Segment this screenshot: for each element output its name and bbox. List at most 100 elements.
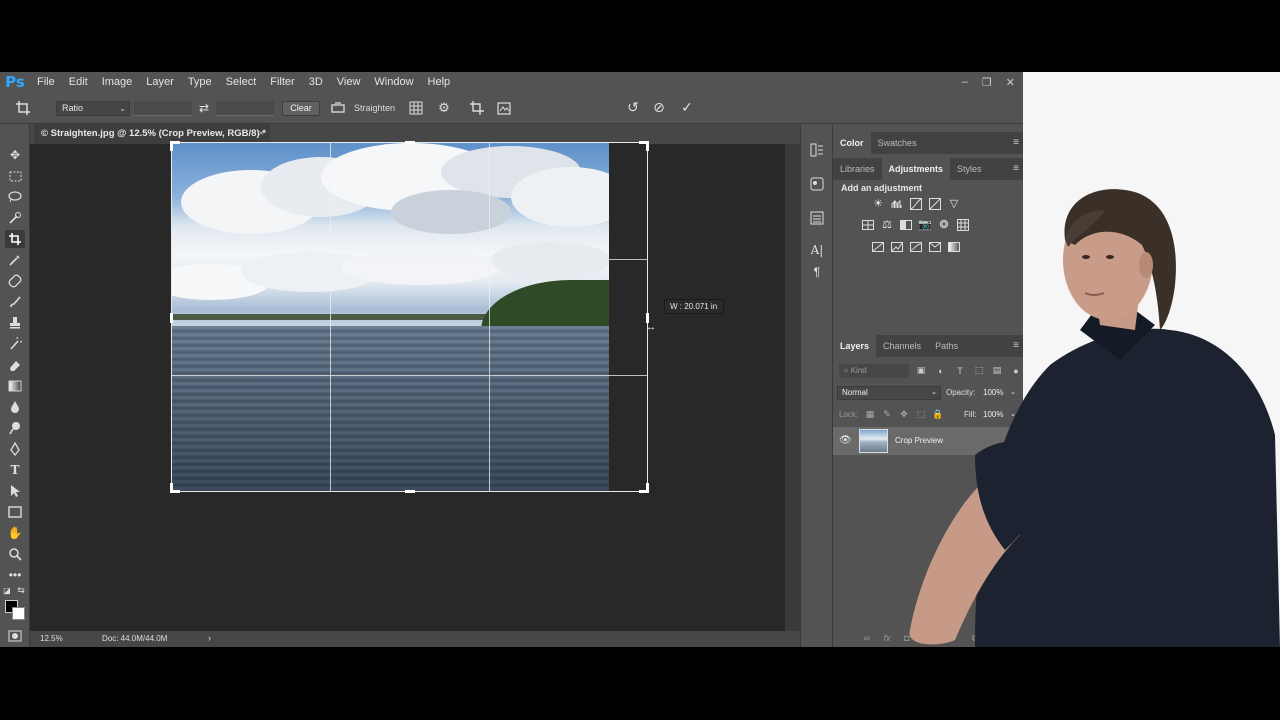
quick-select-tool-icon[interactable] xyxy=(5,209,25,227)
gear-icon[interactable]: ⚙ xyxy=(436,100,452,116)
eyedropper-tool-icon[interactable] xyxy=(5,251,25,269)
window-controls: – ❐ ✕ xyxy=(962,72,1015,92)
crop-grid-line xyxy=(489,143,490,491)
cancel-icon[interactable]: ⊘ xyxy=(650,98,668,116)
zoom-tool-icon[interactable] xyxy=(5,545,25,563)
background-color-swatch[interactable] xyxy=(12,607,25,620)
content-aware-icon[interactable] xyxy=(496,100,512,116)
overlay-grid-icon[interactable] xyxy=(408,100,424,116)
dodge-tool-icon[interactable] xyxy=(5,419,25,437)
chevron-down-icon: ⌄ xyxy=(119,104,126,113)
menu-edit[interactable]: Edit xyxy=(62,72,95,92)
crop-tool-icon[interactable] xyxy=(5,230,25,248)
more-tools-icon[interactable]: ••• xyxy=(5,566,25,584)
pen-tool-icon[interactable] xyxy=(5,440,25,458)
rectangle-tool-icon[interactable] xyxy=(5,503,25,521)
hand-tool-icon[interactable]: ✋ xyxy=(5,524,25,542)
crop-handle-top-right[interactable] xyxy=(646,141,649,151)
tab-swatches[interactable]: Swatches xyxy=(871,132,924,154)
status-menu-arrow[interactable]: › xyxy=(208,633,211,643)
stamp-tool-icon[interactable] xyxy=(5,314,25,332)
tab-layers[interactable]: Layers xyxy=(833,335,877,357)
swap-colors-icon[interactable]: ⇆ xyxy=(16,585,26,595)
presenter-person xyxy=(909,189,1280,647)
quick-mask-icon[interactable] xyxy=(5,627,25,645)
menu-file[interactable]: File xyxy=(30,72,62,92)
crop-frame[interactable] xyxy=(170,141,649,493)
lock-label: Lock: xyxy=(839,410,859,419)
vertical-scrollbar[interactable] xyxy=(785,144,800,631)
ratio-width-input[interactable] xyxy=(134,101,192,116)
brush-tool-icon[interactable] xyxy=(5,293,25,311)
ratio-height-input[interactable] xyxy=(216,101,274,116)
options-bar: Ratio ⌄ ⇄ Clear Straighten ⚙ ↺ ⊘ ✓ xyxy=(0,92,1023,124)
commit-check-icon[interactable]: ✓ xyxy=(678,98,696,116)
crop-handle-bottom-right[interactable] xyxy=(646,483,649,493)
crop-handle-bottom-left[interactable] xyxy=(170,483,173,493)
menu-filter[interactable]: Filter xyxy=(263,72,301,92)
document-tab-title: © Straighten.jpg @ 12.5% (Crop Preview, … xyxy=(41,128,266,139)
tools-panel: ✥ T ✋ ••• ◪ ⇆ xyxy=(0,124,30,647)
panel-menu-icon[interactable]: ≡ xyxy=(1013,163,1019,174)
crop-pixels-icon[interactable] xyxy=(469,100,485,116)
character-panel-icon[interactable]: A| xyxy=(809,242,825,258)
straighten-icon[interactable] xyxy=(330,100,346,116)
menu-type[interactable]: Type xyxy=(181,72,219,92)
menu-view[interactable]: View xyxy=(330,72,368,92)
swap-icon[interactable]: ⇄ xyxy=(196,100,212,116)
move-tool-icon[interactable]: ✥ xyxy=(5,146,25,164)
reset-icon[interactable]: ↺ xyxy=(624,98,642,116)
marquee-tool-icon[interactable] xyxy=(5,167,25,185)
tab-libraries[interactable]: Libraries xyxy=(833,158,882,180)
ratio-select[interactable]: Ratio ⌄ xyxy=(56,101,130,116)
menu-help[interactable]: Help xyxy=(421,72,458,92)
tab-color[interactable]: Color xyxy=(833,132,871,154)
info-panel-icon[interactable] xyxy=(809,210,825,226)
zoom-level[interactable]: 12.5% xyxy=(40,634,63,643)
menu-bar: Ps File Edit Image Layer Type Select Fil… xyxy=(0,72,1023,92)
crop-grid-line xyxy=(172,375,647,376)
eraser-tool-icon[interactable] xyxy=(5,356,25,374)
menu-layer[interactable]: Layer xyxy=(139,72,181,92)
minimize-button[interactable]: – xyxy=(962,76,968,88)
crop-handle-top[interactable] xyxy=(405,141,415,144)
crop-handle-top-left[interactable] xyxy=(170,141,173,151)
lock-transparent-icon[interactable]: ▦ xyxy=(864,408,876,421)
restore-button[interactable]: ❐ xyxy=(982,76,992,89)
link-layers-icon[interactable]: ∞ xyxy=(861,632,873,644)
eye-icon[interactable]: 👁 xyxy=(839,435,852,446)
history-brush-tool-icon[interactable] xyxy=(5,335,25,353)
default-colors-icon[interactable]: ◪ xyxy=(2,585,12,595)
paragraph-panel-icon[interactable]: ¶ xyxy=(809,264,825,280)
crop-grid-line xyxy=(330,143,331,491)
tab-styles[interactable]: Styles xyxy=(950,158,989,180)
hue-saturation-icon[interactable] xyxy=(861,218,875,231)
properties-panel-icon[interactable] xyxy=(809,176,825,192)
clear-button[interactable]: Clear xyxy=(282,101,320,116)
crop-handle-left[interactable] xyxy=(170,313,173,323)
menu-window[interactable]: Window xyxy=(367,72,420,92)
close-button[interactable]: ✕ xyxy=(1006,76,1015,89)
crop-handle-bottom[interactable] xyxy=(405,490,415,493)
menu-select[interactable]: Select xyxy=(219,72,264,92)
healing-brush-tool-icon[interactable] xyxy=(5,272,25,290)
search-icon: ⌕ xyxy=(844,366,851,375)
ratio-select-label: Ratio xyxy=(62,103,84,113)
doc-size: Doc: 44.0M/44.0M xyxy=(102,634,168,643)
layer-filter-placeholder: Kind xyxy=(850,366,867,375)
straighten-label: Straighten xyxy=(354,103,396,113)
blur-tool-icon[interactable] xyxy=(5,398,25,416)
path-select-tool-icon[interactable] xyxy=(5,482,25,500)
close-icon[interactable]: × xyxy=(258,124,264,144)
document-tab[interactable]: © Straighten.jpg @ 12.5% (Crop Preview, … xyxy=(34,124,270,144)
lasso-tool-icon[interactable] xyxy=(5,188,25,206)
type-tool-icon[interactable]: T xyxy=(5,461,25,479)
history-panel-icon[interactable] xyxy=(809,142,825,158)
tab-adjustments[interactable]: Adjustments xyxy=(881,158,951,180)
gradient-tool-icon[interactable] xyxy=(5,377,25,395)
crop-grid-line xyxy=(172,259,647,260)
panel-menu-icon[interactable]: ≡ xyxy=(1013,137,1019,148)
menu-image[interactable]: Image xyxy=(95,72,140,92)
crop-tool-preset-icon[interactable] xyxy=(14,100,32,116)
menu-3d[interactable]: 3D xyxy=(302,72,330,92)
